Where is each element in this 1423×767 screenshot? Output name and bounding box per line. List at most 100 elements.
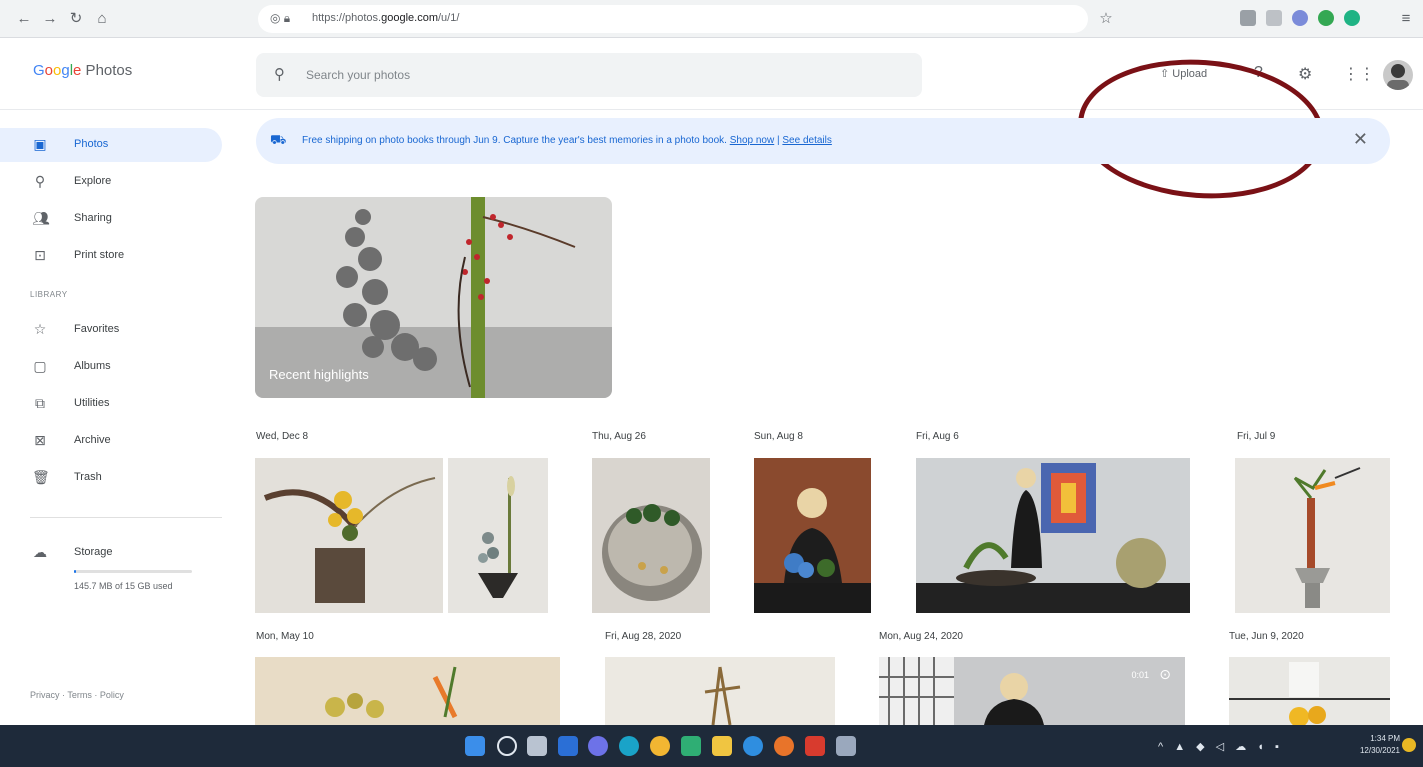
sidebar-item-label: Favorites — [74, 323, 120, 335]
url-domain: google.com — [381, 12, 438, 24]
date-header[interactable]: Sun, Aug 8 — [754, 431, 803, 442]
library-heading: LIBRARY — [30, 290, 68, 299]
address-text: https://photos.google.com/u/1/ — [312, 12, 459, 24]
firefox-icon[interactable] — [774, 736, 794, 756]
home-icon[interactable]: ⌂ — [92, 9, 112, 29]
star-icon: ☆ — [33, 321, 47, 337]
trash-icon: 🗑︎ — [32, 469, 50, 485]
sidebar-item-label: Trash — [74, 471, 102, 483]
extension-check-icon[interactable] — [1318, 10, 1334, 26]
forward-icon[interactable]: → — [40, 9, 60, 29]
sidebar-item-storage[interactable]: ☁ Storage — [0, 536, 222, 570]
snipping-tool-icon[interactable] — [836, 736, 856, 756]
sidebar-item-albums[interactable]: ▢ Albums — [0, 350, 222, 384]
edge-icon[interactable] — [619, 736, 639, 756]
reload-icon[interactable]: ↻ — [66, 9, 86, 29]
extension-d-icon[interactable] — [1292, 10, 1308, 26]
photo-icon: ▣ — [33, 136, 47, 152]
search-icon[interactable]: ⚲ — [274, 65, 285, 83]
sidebar-item-explore[interactable]: ⚲ Explore — [0, 165, 222, 199]
photo-thumbnail[interactable] — [592, 458, 710, 613]
search-icon[interactable] — [497, 736, 517, 756]
search-input[interactable]: ⚲ Search your photos — [256, 53, 922, 97]
date-header[interactable]: Thu, Aug 26 — [592, 431, 646, 442]
photo-thumbnail[interactable] — [255, 657, 560, 725]
google-photos-logo[interactable]: Google Photos — [33, 62, 132, 79]
sidebar-item-favorites[interactable]: ☆ Favorites — [0, 313, 222, 347]
search-icon: ⚲ — [34, 173, 46, 189]
start-menu-icon[interactable] — [465, 736, 485, 756]
bag-icon: ⊡ — [34, 247, 46, 263]
logo-text: Photos — [81, 62, 133, 79]
profile-icon[interactable] — [1344, 10, 1360, 26]
shop-now-link[interactable]: Shop now — [730, 135, 774, 146]
back-icon[interactable]: ← — [14, 9, 34, 29]
video-thumbnail[interactable]: 0:01 ⊙ — [879, 657, 1185, 725]
photo-thumbnail[interactable] — [916, 458, 1190, 613]
date-header[interactable]: Fri, Aug 6 — [916, 431, 959, 442]
taskbar: ^ ▲ ◆ ◁ ☁ ◖ ▪ 1:34 PM 12/30/2021 — [0, 725, 1423, 767]
chrome-icon[interactable] — [650, 736, 670, 756]
chat-icon[interactable] — [588, 736, 608, 756]
task-view-icon[interactable] — [527, 736, 547, 756]
logo-letter: o — [44, 62, 54, 79]
address-bar[interactable]: ◎ 🔒︎ https://photos.google.com/u/1/ — [258, 5, 1088, 33]
settings-icon[interactable]: ⚙ — [1298, 64, 1312, 84]
sidebar-item-trash[interactable]: 🗑︎ Trash — [0, 461, 222, 495]
album-icon: ▢ — [33, 358, 47, 374]
date-header[interactable]: Mon, Aug 24, 2020 — [879, 631, 963, 642]
recent-highlights-card[interactable]: Recent highlights — [255, 197, 612, 398]
extension-icon[interactable] — [1240, 10, 1256, 26]
photo-thumbnail[interactable] — [255, 458, 443, 613]
app-icon[interactable] — [681, 736, 701, 756]
promo-banner: ⛟ Free shipping on photo books through J… — [256, 118, 1390, 164]
date-header[interactable]: Wed, Dec 8 — [256, 431, 308, 442]
date-header[interactable]: Tue, Jun 9, 2020 — [1229, 631, 1304, 642]
notification-icon[interactable] — [1402, 738, 1416, 752]
photo-thumbnail[interactable] — [1235, 458, 1390, 613]
clock-date: 12/30/2021 — [1359, 746, 1400, 755]
clock-time: 1:34 PM — [1370, 734, 1400, 743]
sidebar-item-archive[interactable]: ⊠ Archive — [0, 424, 222, 458]
sidebar-item-sharing[interactable]: 👥︎ Sharing — [0, 202, 222, 236]
storage-progress-fill — [74, 570, 77, 573]
storage-usage-text: 145.7 MB of 15 GB used — [74, 581, 173, 591]
taskbar-clock[interactable]: 1:34 PM 12/30/2021 — [1334, 733, 1400, 757]
file-explorer-icon[interactable] — [712, 736, 732, 756]
photo-thumbnail[interactable] — [754, 458, 871, 613]
menu-icon[interactable]: ≡ — [1396, 9, 1416, 29]
date-header[interactable]: Mon, May 10 — [256, 631, 314, 642]
browser-toolbar: ← → ↻ ⌂ ◎ 🔒︎ https://photos.google.com/u… — [0, 0, 1423, 38]
see-details-link[interactable]: See details — [782, 135, 831, 146]
app-header: Google Photos ⚲ Search your photos ⇧ Upl… — [0, 38, 1423, 207]
sidebar-item-photos[interactable]: ▣ Photos — [0, 128, 222, 162]
widgets-icon[interactable] — [558, 736, 578, 756]
avatar[interactable] — [1383, 60, 1413, 90]
logo-letter: g — [61, 62, 70, 79]
photo-thumbnail[interactable] — [448, 458, 548, 613]
sidebar-item-utilities[interactable]: ⧉ Utilities — [0, 387, 222, 421]
office-icon[interactable] — [805, 736, 825, 756]
star-icon[interactable]: ☆ — [1096, 9, 1116, 29]
store-icon[interactable] — [743, 736, 763, 756]
date-header[interactable]: Fri, Aug 28, 2020 — [605, 631, 681, 642]
photo-thumbnail[interactable] — [605, 657, 835, 725]
sidebar-item-print-store[interactable]: ⊡ Print store — [0, 239, 222, 273]
truck-icon: ⛟ — [270, 132, 287, 147]
logo-letter: G — [33, 62, 45, 79]
sidebar: ▣ Photos ⚲ Explore 👥︎ Sharing ⊡ Print st… — [0, 110, 235, 725]
sidebar-item-label: Print store — [74, 249, 125, 261]
photo-thumbnail[interactable] — [1229, 657, 1390, 725]
date-header[interactable]: Fri, Jul 9 — [1237, 431, 1275, 442]
banner-message: Free shipping on photo books through Jun… — [302, 135, 727, 146]
footer-links[interactable]: Privacy · Terms · Policy — [30, 690, 124, 700]
apps-grid-icon[interactable]: ⋮⋮ — [1343, 64, 1375, 84]
sidebar-item-label: Archive — [74, 434, 111, 446]
sidebar-item-label: Albums — [74, 360, 111, 372]
people-icon: 👥︎ — [32, 210, 50, 226]
close-icon[interactable]: ✕ — [1353, 129, 1368, 150]
sidebar-item-label: Sharing — [74, 212, 112, 224]
system-tray[interactable]: ^ ▲ ◆ ◁ ☁ ◖ ▪ — [1158, 740, 1283, 753]
download-icon[interactable] — [1266, 10, 1282, 26]
sidebar-item-label: Explore — [74, 175, 112, 187]
